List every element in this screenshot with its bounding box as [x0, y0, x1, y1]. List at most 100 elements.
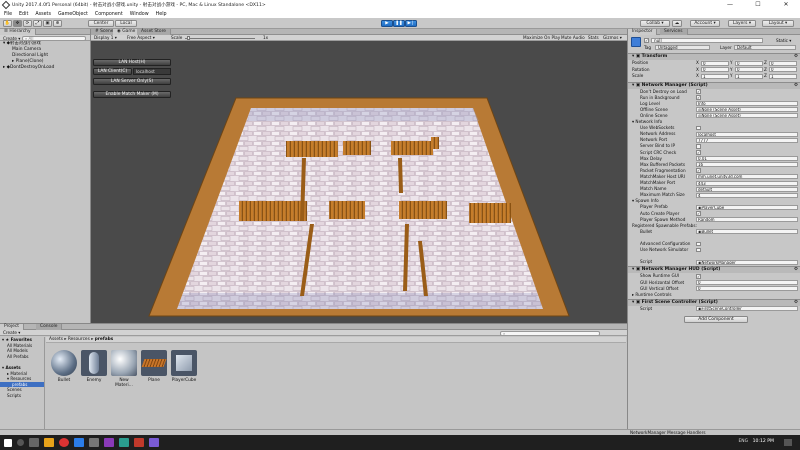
clock[interactable]: 10:12 PM [753, 439, 774, 444]
inspector-field-input[interactable]: ◉PlayerCube [696, 204, 798, 210]
notifications-icon[interactable] [784, 439, 792, 446]
game-viewport[interactable]: LAN Host(H) LAN Client(C) localhost LAN … [91, 41, 627, 323]
inspector-field-input[interactable]: Random [696, 217, 798, 223]
project-search-input[interactable]: ⌕ [500, 330, 600, 336]
menu-file[interactable]: File [4, 12, 12, 17]
visual-studio-icon[interactable] [104, 438, 114, 447]
inspector-checkbox[interactable]: ✓ [696, 95, 701, 100]
pause-button[interactable]: ❚❚ [393, 19, 405, 27]
inspector-field-input[interactable]: 4 [696, 192, 798, 198]
edge-icon[interactable] [74, 438, 84, 447]
asset-playercube[interactable]: PlayerCube [170, 350, 198, 383]
hierarchy-search-input[interactable]: ⌕ All [22, 35, 86, 41]
rotate-tool-button[interactable]: ⟳ [23, 19, 32, 27]
gizmos-dropdown[interactable]: Gizmos ▾ [603, 35, 622, 40]
asset-new-material[interactable]: New Materi... [110, 350, 138, 388]
transform-x-input[interactable]: 0 [701, 67, 729, 72]
static-dropdown[interactable]: Static ▾ [776, 38, 791, 43]
inspector-checkbox[interactable] [696, 144, 701, 149]
cloud-icon[interactable]: ☁ [672, 19, 682, 27]
scale-slider[interactable] [185, 37, 255, 39]
layout-button[interactable]: Layout ▾ [762, 19, 794, 27]
scale-slider-thumb[interactable] [187, 36, 190, 40]
transform-x-input[interactable]: 1 [701, 73, 729, 79]
asset-plane[interactable]: Plane [140, 350, 168, 383]
menu-component[interactable]: Component [95, 12, 123, 17]
inspector-field-input[interactable]: 16 [696, 162, 798, 168]
task-view-icon[interactable] [29, 438, 39, 447]
play-button[interactable]: ▶ [381, 19, 393, 27]
collab-button[interactable]: Collab ▾ [640, 19, 670, 27]
hierarchy-item[interactable]: ▸ ◆DontDestroyOnLoad [0, 65, 90, 71]
inspector-checkbox[interactable] [696, 247, 701, 253]
inspector-checkbox[interactable]: ✓ [696, 274, 701, 279]
transform-x-input[interactable]: 0 [701, 60, 729, 66]
mute-audio-toggle[interactable]: Mute Audio [561, 35, 585, 40]
inspector-field-input[interactable]: default [696, 186, 798, 192]
inspector-field-input[interactable]: 7777 [696, 137, 798, 143]
unity-taskbar-icon[interactable] [89, 438, 99, 447]
stats-toggle[interactable]: Stats [588, 35, 599, 40]
inspector-checkbox[interactable] [696, 125, 701, 131]
windows-start-icon[interactable] [4, 438, 12, 447]
object-name-input[interactable]: null [651, 37, 763, 43]
inspector-field-input[interactable]: mm.unet.unity3d.com [696, 174, 798, 180]
hierarchy-create-button[interactable]: Create ▾ [3, 36, 20, 41]
maximize-on-play-toggle[interactable]: Maximize On Play [523, 35, 560, 40]
language-indicator[interactable]: ENG [739, 439, 748, 444]
breadcrumb-prefabs[interactable]: prefabs [95, 337, 114, 342]
inspector-field-input[interactable]: ◎None (Scene Asset) [696, 107, 798, 113]
minimize-button[interactable]: — [716, 0, 744, 10]
inspector-checkbox[interactable]: ✓ [696, 211, 701, 216]
inspector-checkbox[interactable]: ✓ [696, 150, 701, 155]
move-tool-button[interactable]: ✥ [13, 19, 22, 27]
breadcrumb-assets[interactable]: Assets [49, 337, 63, 342]
pivot-center-button[interactable]: Center [88, 19, 114, 27]
object-active-checkbox[interactable]: ✓ [644, 38, 649, 43]
inspector-checkbox[interactable] [696, 241, 701, 247]
inspector-checkbox[interactable]: ✓ [696, 89, 701, 94]
first-scene-controller-component[interactable]: ▾ ▣ First Scene Controller (Script) ⚙ [628, 298, 800, 306]
inspector-field-input[interactable]: Info [696, 101, 798, 107]
app-icon-2[interactable] [134, 438, 144, 447]
transform-z-input[interactable]: 0 [769, 60, 797, 66]
pivot-local-button[interactable]: Local [115, 19, 137, 27]
tab-services[interactable]: Services [660, 29, 688, 35]
transform-y-input[interactable]: 0 [735, 60, 763, 66]
menu-edit[interactable]: Edit [19, 12, 28, 17]
app-icon-3[interactable] [149, 438, 159, 447]
menu-window[interactable]: Window [130, 12, 149, 17]
asset-bullet[interactable]: Bullet [50, 350, 78, 383]
inspector-field-input[interactable]: ◉Bullet [696, 229, 798, 235]
inspector-checkbox[interactable]: ✓ [696, 168, 701, 173]
transform-y-input[interactable]: 0 [735, 67, 763, 72]
rect-tool-button[interactable]: ▣ [43, 19, 52, 27]
enable-match-maker-button[interactable]: Enable Match Maker (M) [93, 91, 171, 98]
layer-dropdown[interactable]: Default [734, 45, 796, 50]
transform-tool-button[interactable]: ⊕ [53, 19, 62, 27]
tag-dropdown[interactable]: Untagged [655, 45, 710, 50]
network-manager-component[interactable]: ▾ ▣ Network Manager (Script) ⚙ [628, 81, 800, 89]
maximize-button[interactable]: ☐ [744, 0, 772, 10]
menu-gameobject[interactable]: GameObject [58, 12, 88, 17]
project-create-button[interactable]: Create ▾ [3, 330, 20, 335]
inspector-field-input[interactable]: ◉FirstSceneController [696, 306, 798, 312]
display-dropdown[interactable]: Display 1 ▾ [94, 35, 117, 40]
lan-server-button[interactable]: LAN Server Only(S) [93, 78, 171, 85]
hand-tool-button[interactable]: ✋ [3, 19, 12, 27]
aspect-dropdown[interactable]: Free Aspect ▾ [127, 35, 155, 40]
transform-component[interactable]: ▾ ▣ Transform ⚙ [628, 53, 800, 60]
app-icon[interactable] [119, 438, 129, 447]
menu-help[interactable]: Help [156, 12, 167, 17]
project-folder-item[interactable]: Scripts [0, 393, 44, 399]
file-explorer-icon[interactable] [44, 438, 54, 447]
inspector-field-input[interactable]: localhost [696, 131, 798, 137]
close-button[interactable]: ✕ [772, 0, 800, 10]
asset-enemy[interactable]: Enemy [80, 350, 108, 383]
step-button[interactable]: ▶❘ [405, 19, 417, 27]
inspector-field-input[interactable]: ◎None (Scene Asset) [696, 113, 798, 119]
scale-tool-button[interactable]: ⤢ [33, 19, 42, 27]
client-address-input[interactable]: localhost [133, 68, 171, 75]
account-button[interactable]: Account ▾ [690, 19, 720, 27]
layers-button[interactable]: Layers ▾ [728, 19, 756, 27]
